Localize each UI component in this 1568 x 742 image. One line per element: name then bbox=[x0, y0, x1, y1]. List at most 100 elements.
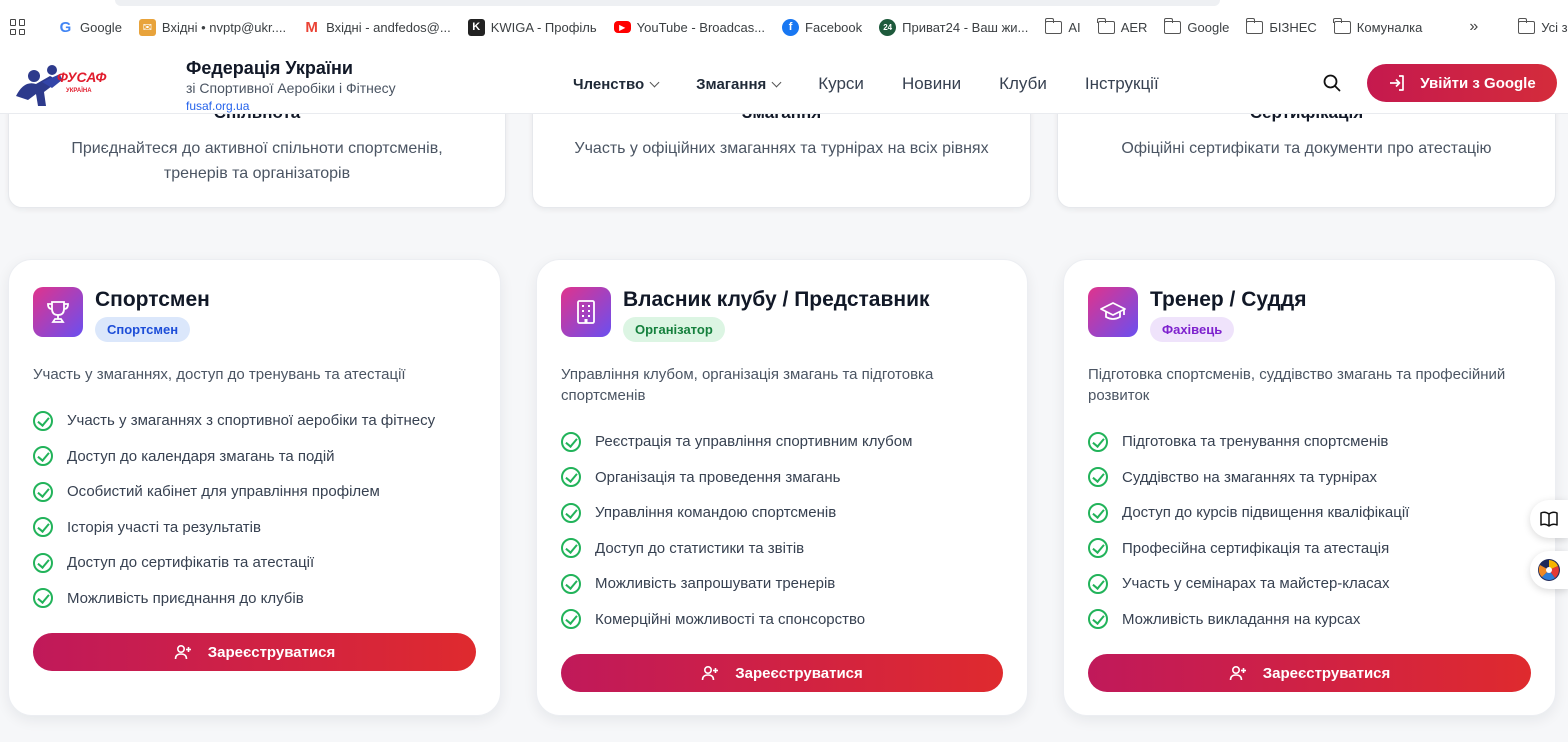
feature-text: Організація та проведення змагань bbox=[595, 468, 841, 486]
feature-text: Підготовка та тренування спортсменів bbox=[1122, 433, 1389, 451]
bookmark-folder-ai[interactable]: AI bbox=[1044, 17, 1081, 35]
chevron-down-icon bbox=[771, 77, 782, 87]
list-item: Участь у змаганнях з спортивної аеробіки… bbox=[33, 403, 480, 439]
bookmark-folder-google[interactable]: Google bbox=[1163, 17, 1230, 35]
feature-text: Можливість викладання на курсах bbox=[1122, 610, 1361, 628]
check-circle-icon bbox=[561, 609, 581, 630]
feature-card-desc: Участь у офіційних змаганнях та турнірах… bbox=[574, 140, 989, 157]
nav-competitions[interactable]: Змагання bbox=[696, 75, 782, 93]
color-wheel-icon bbox=[1538, 559, 1560, 581]
nav-courses[interactable]: Курси bbox=[818, 74, 864, 94]
feature-text: Можливість приєднання до клубів bbox=[67, 589, 304, 607]
feature-list: Підготовка та тренування спортсменів Суд… bbox=[1088, 424, 1535, 637]
bookmark-google[interactable]: G Google bbox=[57, 19, 122, 36]
register-button[interactable]: Зареєструватися bbox=[1088, 654, 1531, 692]
list-item: Управління командою спортсменів bbox=[561, 495, 1007, 531]
nav-clubs[interactable]: Клуби bbox=[999, 74, 1047, 94]
bookmark-folder-business[interactable]: БІЗНЕС bbox=[1245, 17, 1317, 35]
role-description: Управління клубом, організація змагань т… bbox=[561, 366, 934, 404]
bookmark-label: Google bbox=[1187, 19, 1230, 35]
all-bookmarks-button[interactable]: Усі закладк bbox=[1517, 17, 1568, 35]
add-user-icon bbox=[701, 665, 719, 681]
role-card-coach-judge: Тренер / Суддя Фахівець Підготовка спорт… bbox=[1063, 259, 1556, 716]
bookmark-gmail[interactable]: M Вхідні - andfedos@... bbox=[303, 19, 451, 36]
folder-icon bbox=[1044, 17, 1063, 34]
apps-grid-icon[interactable] bbox=[10, 19, 25, 35]
fusaf-logo[interactable]: ФУСАФ УКРАЇНА bbox=[12, 62, 112, 108]
role-title: Спортсмен bbox=[95, 288, 210, 311]
login-label: Увійти з Google bbox=[1420, 74, 1536, 92]
register-label: Зареєструватися bbox=[735, 664, 863, 682]
bookmarks-bar: G Google ✉ Вхідні • nvptp@ukr.... M Вхід… bbox=[0, 0, 1568, 54]
list-item: Комерційні можливості та спонсорство bbox=[561, 602, 1007, 638]
folder-icon bbox=[1245, 17, 1264, 34]
more-bookmarks-button[interactable]: » bbox=[1469, 18, 1478, 36]
login-google-button[interactable]: Увійти з Google bbox=[1367, 64, 1557, 102]
register-label: Зареєструватися bbox=[207, 643, 336, 661]
list-item: Можливість приєднання до клубів bbox=[33, 581, 480, 617]
role-badge: Спортсмен bbox=[95, 317, 191, 342]
check-circle-icon bbox=[1088, 573, 1108, 594]
feature-text: Особистий кабінет для управління профіле… bbox=[67, 483, 380, 501]
open-book-icon bbox=[1540, 511, 1558, 527]
bookmark-label: Вхідні • nvptp@ukr.... bbox=[161, 19, 287, 35]
add-user-icon bbox=[174, 644, 191, 660]
extension-button[interactable] bbox=[1530, 551, 1568, 589]
nav-label: Клуби bbox=[999, 74, 1047, 93]
feature-text: Реєстрація та управління спортивним клуб… bbox=[595, 433, 913, 451]
feature-text: Професійна сертифікація та атестація bbox=[1122, 539, 1390, 557]
role-card-club-owner: Власник клубу / Представник Організатор … bbox=[536, 259, 1028, 716]
reading-mode-button[interactable] bbox=[1530, 500, 1568, 538]
register-button[interactable]: Зареєструватися bbox=[561, 654, 1003, 692]
feature-card-community: Спільнота Приєднайтеся до активної спіль… bbox=[8, 100, 506, 208]
bookmark-label: Вхідні - andfedos@... bbox=[326, 19, 451, 35]
role-description: Участь у змаганнях, доступ до тренувань … bbox=[33, 366, 406, 383]
check-circle-icon bbox=[33, 552, 53, 573]
list-item: Особистий кабінет для управління профіле… bbox=[33, 474, 480, 510]
bookmark-label: KWIGA - Профіль bbox=[490, 19, 597, 35]
check-circle-icon bbox=[33, 446, 53, 467]
bookmark-label: БІЗНЕС bbox=[1269, 19, 1317, 35]
feature-list: Участь у змаганнях з спортивної аеробіки… bbox=[33, 403, 480, 616]
role-description: Підготовка спортсменів, суддівство змага… bbox=[1088, 366, 1506, 404]
bookmark-folder-utilities[interactable]: Комуналка bbox=[1333, 17, 1422, 35]
org-subtitle: зі Спортивної Аеробіки і Фітнесу bbox=[186, 80, 396, 96]
folder-icon bbox=[1333, 17, 1351, 34]
role-badge: Фахівець bbox=[1150, 317, 1235, 342]
check-circle-icon bbox=[33, 410, 53, 431]
nav-membership[interactable]: Членство bbox=[573, 76, 660, 93]
list-item: Доступ до статистики та звітів bbox=[561, 531, 1007, 567]
feature-text: Комерційні можливості та спонсорство bbox=[595, 610, 866, 628]
bookmark-kwiga[interactable]: K KWIGA - Профіль bbox=[467, 18, 597, 36]
feature-text: Доступ до календаря змагань та подій bbox=[67, 447, 335, 465]
bookmark-facebook[interactable]: f Facebook bbox=[782, 18, 862, 36]
nav-instructions[interactable]: Інструкції bbox=[1085, 74, 1159, 94]
trophy-icon bbox=[33, 287, 83, 337]
list-item: Можливість запрошувати тренерів bbox=[561, 566, 1007, 602]
feature-card-desc: Приєднайтеся до активної спільноти спорт… bbox=[71, 140, 443, 182]
check-circle-icon bbox=[561, 538, 581, 559]
bookmark-label: AER bbox=[1120, 19, 1148, 35]
register-button[interactable]: Зареєструватися bbox=[33, 633, 476, 671]
check-circle-icon bbox=[33, 481, 53, 502]
nav-label: Новини bbox=[901, 74, 962, 93]
feature-card-competitions: Змагання Участь у офіційних змаганнях та… bbox=[532, 100, 1031, 208]
nav-news[interactable]: Новини bbox=[902, 74, 961, 94]
logo-subtext: УКРАЇНА bbox=[66, 87, 92, 94]
bookmark-ukrnet[interactable]: ✉ Вхідні • nvptp@ukr.... bbox=[138, 18, 287, 36]
ukrnet-mail-icon: ✉ bbox=[138, 18, 156, 36]
org-site-link[interactable]: fusaf.org.ua bbox=[186, 99, 249, 113]
list-item: Професійна сертифікація та атестація bbox=[1088, 531, 1535, 567]
bookmark-privat24[interactable]: 24 Приват24 - Ваш жи... bbox=[879, 18, 1028, 36]
feature-text: Участь у семінарах та майстер-класах bbox=[1122, 575, 1390, 593]
bookmark-folder-aer[interactable]: AER bbox=[1097, 17, 1148, 35]
nav-label: Змагання bbox=[696, 75, 767, 93]
search-icon[interactable] bbox=[1323, 74, 1341, 92]
check-circle-icon bbox=[1088, 609, 1108, 630]
feature-text: Суддівство на змаганнях та турнірах bbox=[1122, 468, 1378, 486]
privat24-icon: 24 bbox=[879, 18, 897, 36]
list-item: Доступ до курсів підвищення кваліфікації bbox=[1088, 495, 1535, 531]
bookmark-youtube[interactable]: ▶ YouTube - Broadcas... bbox=[613, 20, 765, 35]
check-circle-icon bbox=[561, 502, 581, 523]
list-item: Організація та проведення змагань bbox=[561, 460, 1007, 496]
